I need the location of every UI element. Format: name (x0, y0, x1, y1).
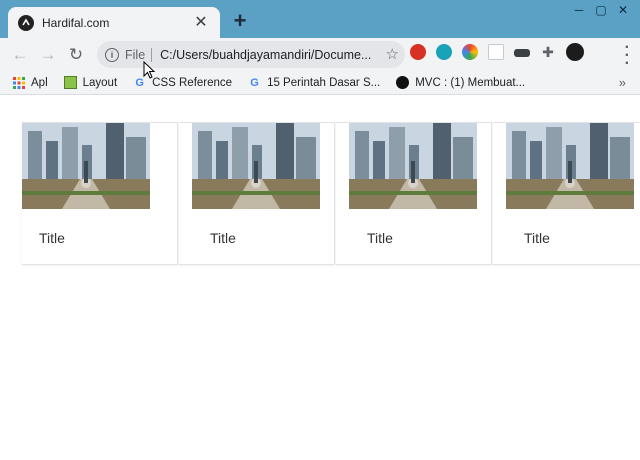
card-title: Title (524, 230, 550, 246)
bookmark-item-15-perintah[interactable]: G 15 Perintah Dasar S... (248, 76, 380, 89)
card-image (192, 123, 320, 209)
profile-avatar[interactable] (566, 43, 584, 61)
bookmark-item-layout[interactable]: Layout (63, 76, 118, 89)
bookmark-label: CSS Reference (152, 76, 233, 89)
ext-teal-circle-icon[interactable] (436, 44, 452, 60)
page-content: Title Title Title Title (0, 96, 640, 460)
forward-button[interactable]: → (34, 41, 62, 69)
layout-favicon-icon (63, 76, 77, 89)
browser-tab-active[interactable]: Hardifal.com ✕ (8, 7, 220, 38)
bookmark-item-mvc[interactable]: MVC : (1) Membuat... (396, 76, 525, 89)
card-image (22, 123, 150, 209)
extensions-puzzle-icon[interactable]: ✚ (540, 44, 556, 60)
bookmarks-bar: Apl Layout G CSS Reference G 15 Perintah… (0, 71, 640, 95)
dark-circle-favicon-icon (396, 76, 410, 89)
site-favicon-icon (18, 14, 34, 31)
bookmark-star-icon[interactable]: ☆ (386, 45, 399, 63)
card-image (506, 123, 634, 209)
ext-glasses-icon[interactable] (514, 49, 530, 57)
card-title: Title (367, 230, 393, 246)
ext-calendar-icon[interactable] (488, 44, 504, 60)
apps-grid-icon (12, 76, 25, 89)
card[interactable]: Title (336, 122, 492, 265)
scheme-label: File (125, 47, 153, 62)
site-info-icon[interactable]: i (105, 47, 119, 62)
card-title: Title (210, 230, 236, 246)
back-button[interactable]: ← (6, 41, 34, 69)
bookmark-label: Layout (82, 76, 118, 89)
window-controls: ─ ▢ ✕ (568, 0, 634, 20)
bookmark-label: MVC : (1) Membuat... (415, 76, 526, 89)
ext-color-wheel-icon[interactable] (462, 44, 478, 60)
card[interactable]: Title (493, 122, 640, 265)
browser-titlebar: Hardifal.com ✕ + ─ ▢ ✕ (0, 0, 640, 38)
mouse-cursor-icon (143, 61, 155, 79)
bookmark-item-apl[interactable]: Apl (12, 76, 48, 89)
card[interactable]: Title (179, 122, 335, 265)
bookmark-label: 15 Perintah Dasar S... (267, 76, 381, 89)
close-window-button[interactable]: ✕ (612, 0, 634, 20)
browser-toolbar: ← → ↻ i File C:/Users/buahdjayamandiri/D… (0, 38, 640, 72)
url-text[interactable]: C:/Users/buahdjayamandiri/Docume... (152, 48, 372, 62)
new-tab-button[interactable]: + (230, 10, 250, 32)
bookmark-label: Apl (31, 76, 48, 89)
card[interactable]: Title (22, 122, 178, 265)
google-g-icon: G (250, 76, 259, 89)
tab-title: Hardifal.com (42, 15, 110, 30)
tab-close-icon[interactable]: ✕ (192, 14, 210, 32)
maximize-button[interactable]: ▢ (590, 0, 612, 20)
reload-button[interactable]: ↻ (62, 41, 90, 69)
extensions-row: ✚ (410, 43, 584, 61)
bookmarks-overflow-icon[interactable]: » (619, 75, 626, 90)
ext-red-shield-icon[interactable] (410, 44, 426, 60)
browser-menu-icon[interactable]: · · · (625, 40, 630, 72)
card-row: Title Title Title Title (22, 122, 640, 265)
minimize-button[interactable]: ─ (568, 0, 590, 20)
card-image (349, 123, 477, 209)
card-title: Title (39, 230, 65, 246)
